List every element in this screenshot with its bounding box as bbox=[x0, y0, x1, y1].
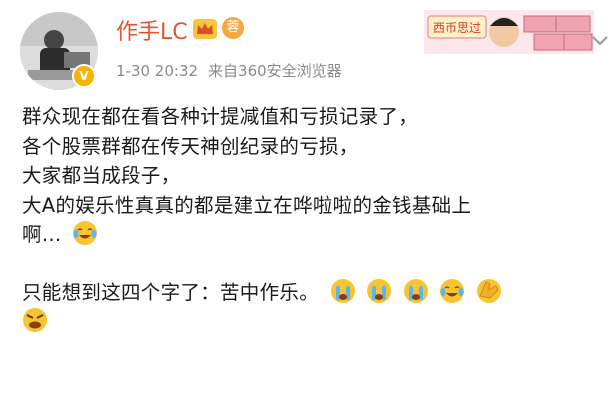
post-final-line-text: 只能想到这四个字了：苦中作乐。 bbox=[22, 280, 320, 304]
chevron-down-icon[interactable] bbox=[590, 34, 610, 48]
laugh-cry-emoji-icon bbox=[440, 278, 465, 303]
facepalm-emoji-icon bbox=[476, 278, 501, 303]
post-line-3: 大家都当成段子， bbox=[22, 164, 181, 187]
post-meta: 1-30 20:32 来自360安全浏览器 bbox=[116, 60, 342, 81]
post-source: 来自360安全浏览器 bbox=[208, 62, 342, 80]
angry-emoji-icon bbox=[23, 308, 47, 332]
post-line-2: 各个股票群都在传天神创纪录的亏损， bbox=[22, 134, 359, 158]
verified-badge-icon: V bbox=[72, 64, 96, 88]
sticker-image: 西币思过 bbox=[424, 10, 594, 54]
sticker-text: 西币思过 bbox=[433, 21, 481, 35]
post-final-line: 只能想到这四个字了：苦中作乐。 bbox=[22, 278, 602, 308]
level-icon: 蓉 bbox=[222, 17, 244, 39]
post-line-5-text: 啊… bbox=[22, 223, 62, 246]
post-content: 群众现在都在看各种计提减值和亏损记录了， 各个股票群都在传天神创纪录的亏损， 大… bbox=[22, 102, 602, 337]
laugh-cry-emoji-icon bbox=[73, 221, 98, 245]
cry-emoji-icon bbox=[403, 278, 428, 303]
username-link[interactable]: 作手LC bbox=[116, 14, 188, 46]
post-line-4: 大A的娱乐性真真的都是建立在哗啦啦的金钱基础上 bbox=[22, 193, 472, 217]
post-line-1: 群众现在都在看各种计提减值和亏损记录了， bbox=[22, 105, 419, 128]
cry-emoji-icon bbox=[367, 278, 392, 303]
post-line-5: 啊… bbox=[22, 220, 602, 250]
post-date[interactable]: 1-30 20:32 bbox=[116, 62, 198, 80]
crown-icon bbox=[193, 19, 217, 39]
post-emoji-line bbox=[22, 307, 602, 337]
cry-emoji-icon bbox=[330, 278, 355, 303]
